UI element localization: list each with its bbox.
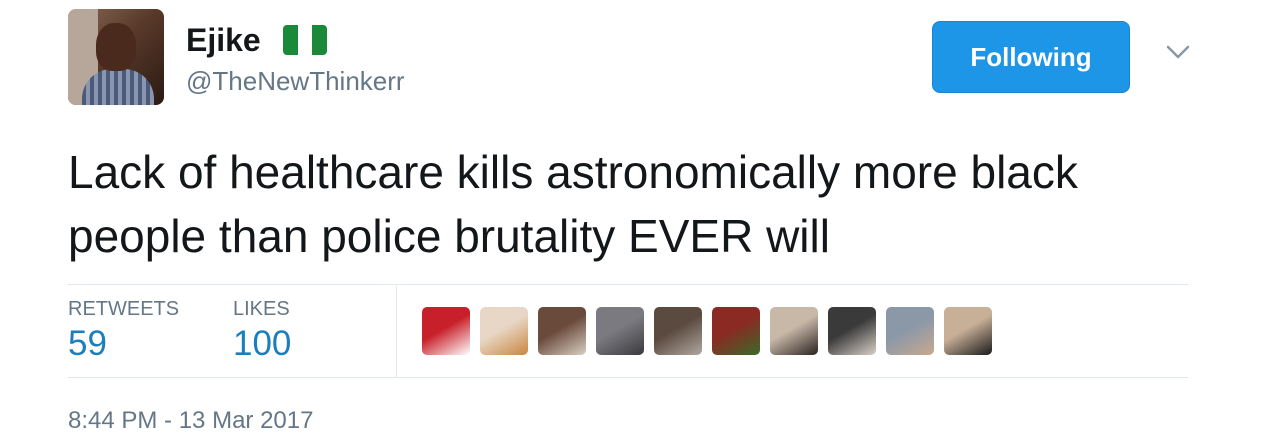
avatar-face (96, 23, 136, 71)
stats-separator (396, 286, 397, 378)
liker-avatar[interactable] (596, 307, 644, 355)
liker-avatar[interactable] (480, 307, 528, 355)
liker-avatar[interactable] (770, 307, 818, 355)
likes-label: LIKES (233, 298, 290, 320)
liker-avatar[interactable] (538, 307, 586, 355)
liker-avatar[interactable] (828, 307, 876, 355)
retweets-label: RETWEETS (68, 298, 180, 320)
flag-stripe-left (283, 25, 298, 55)
avatar-shirt (82, 69, 154, 105)
author-name[interactable]: Ejike (186, 22, 261, 59)
retweets-count[interactable]: 59 (68, 324, 107, 364)
liker-avatars (422, 307, 1002, 355)
liker-avatar[interactable] (654, 307, 702, 355)
tweet-text: Lack of healthcare kills astronomically … (68, 146, 1078, 262)
avatar[interactable] (68, 9, 164, 105)
divider-top (68, 284, 1188, 285)
liker-avatar[interactable] (712, 307, 760, 355)
following-button[interactable]: Following (932, 21, 1130, 93)
chevron-down-icon[interactable] (1166, 44, 1190, 60)
likes-count[interactable]: 100 (233, 324, 291, 364)
liker-avatar[interactable] (886, 307, 934, 355)
liker-avatar[interactable] (422, 307, 470, 355)
liker-avatar[interactable] (944, 307, 992, 355)
author-handle[interactable]: @TheNewThinkerr (186, 66, 405, 97)
divider-bottom (68, 377, 1188, 378)
flag-stripe-middle (297, 25, 313, 55)
nigeria-flag-icon (283, 25, 327, 55)
tweet-timestamp[interactable]: 8:44 PM - 13 Mar 2017 (68, 407, 313, 435)
flag-stripe-right (312, 25, 327, 55)
